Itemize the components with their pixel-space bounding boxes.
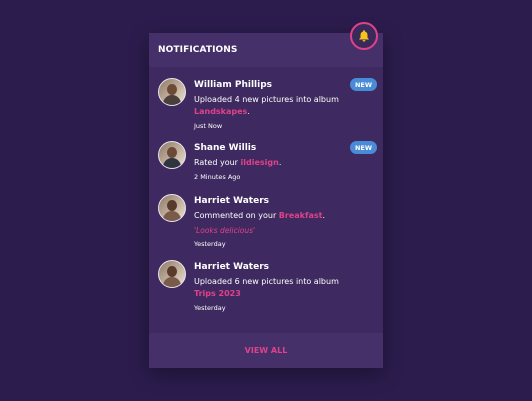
notification-time: 2 Minutes Ago: [194, 173, 241, 181]
comment-quote: 'Looks delicious': [194, 226, 256, 235]
panel-footer: VIEW ALL: [149, 333, 383, 368]
notification-message: Uploaded 6 new pictures into album Trips…: [194, 277, 339, 298]
avatar: [158, 194, 186, 222]
notification-time: Yesterday: [194, 240, 226, 248]
panel-title: NOTIFICATIONS: [158, 45, 238, 55]
new-badge: NEW: [350, 141, 377, 154]
design-link[interactable]: ildiesign: [241, 158, 279, 167]
view-all-button[interactable]: VIEW ALL: [245, 346, 288, 355]
notification-name: William Phillips: [194, 80, 272, 90]
notifications-panel: NOTIFICATIONS William Phillips Uploaded …: [149, 22, 383, 368]
new-badge: NEW: [350, 78, 377, 91]
post-link[interactable]: Breakfast: [279, 211, 323, 220]
album-link[interactable]: Trips 2023: [194, 289, 241, 298]
notification-message: Uploaded 4 new pictures into album Lands…: [194, 95, 339, 116]
notification-name: Harriet Waters: [194, 196, 269, 206]
notification-message: Commented on your Breakfast.: [194, 211, 325, 220]
album-link[interactable]: Landskapes: [194, 107, 247, 116]
avatar: [158, 78, 186, 106]
avatar: [158, 141, 186, 169]
avatar: [158, 260, 186, 288]
notification-message: Rated your ildiesign.: [194, 158, 282, 167]
notification-time: Yesterday: [194, 304, 226, 312]
panel-header: NOTIFICATIONS: [149, 33, 383, 67]
notification-name: Shane Willis: [194, 143, 257, 153]
notification-time: Just Now: [194, 122, 223, 130]
notification-name: Harriet Waters: [194, 262, 269, 272]
bell-icon[interactable]: [350, 22, 378, 50]
